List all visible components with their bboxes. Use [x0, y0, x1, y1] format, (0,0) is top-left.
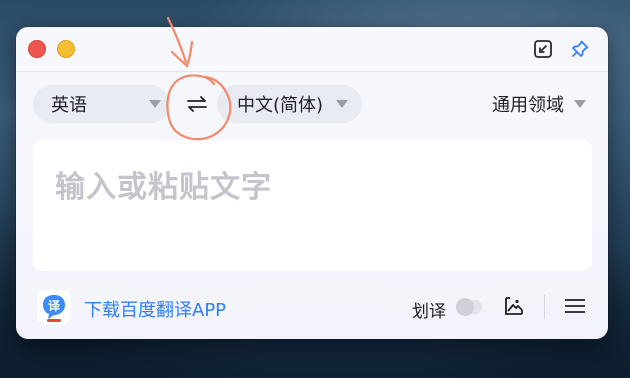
baidu-translate-app-logo[interactable]: 译: [36, 289, 72, 325]
close-button[interactable]: [28, 40, 46, 58]
language-bar: 英语 中文(简体) 通用领域: [16, 85, 608, 125]
input-placeholder: 输入或粘贴文字: [55, 170, 272, 205]
word-select-label: 划译: [412, 302, 446, 322]
word-select-toggle[interactable]: [456, 298, 482, 316]
divider: [544, 295, 545, 319]
shrink-window-icon[interactable]: [532, 38, 554, 60]
app-logo-glyph: 译: [48, 299, 61, 313]
hamburger-menu-icon[interactable]: [563, 294, 587, 318]
chevron-down-icon: [149, 100, 161, 108]
source-text-input[interactable]: 输入或粘贴文字: [33, 140, 592, 271]
domain-label: 通用领域: [492, 95, 564, 116]
chevron-down-icon: [336, 100, 348, 108]
swap-arrows-icon[interactable]: [184, 91, 210, 117]
target-language-select[interactable]: 中文(简体): [217, 85, 362, 123]
translator-window: 英语 中文(简体) 通用领域 输入或粘贴文字 译 下载百度翻译APP 划译: [16, 27, 608, 339]
domain-select[interactable]: 通用领域: [492, 85, 586, 123]
source-language-label: 英语: [51, 95, 87, 116]
image-translate-icon[interactable]: [502, 294, 526, 318]
chevron-down-icon: [574, 100, 586, 108]
minimize-button[interactable]: [57, 40, 75, 58]
toggle-knob: [456, 298, 474, 316]
titlebar: [16, 27, 608, 72]
target-language-label: 中文(简体): [237, 95, 324, 116]
footer-bar: 译 下载百度翻译APP 划译: [16, 285, 608, 329]
download-app-link[interactable]: 下载百度翻译APP: [84, 296, 226, 322]
pin-icon[interactable]: [569, 38, 591, 60]
source-language-select[interactable]: 英语: [33, 85, 170, 123]
